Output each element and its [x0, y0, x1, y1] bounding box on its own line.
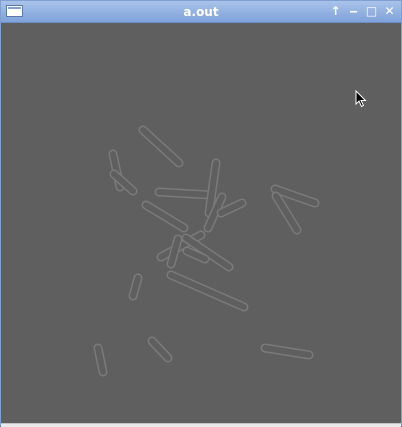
- rod: [154, 187, 216, 200]
- rod: [166, 270, 249, 312]
- rod: [260, 343, 314, 360]
- rod: [128, 273, 143, 301]
- rod: [271, 191, 302, 235]
- window-bottom-border: [1, 423, 401, 427]
- rods-scene: [93, 125, 320, 377]
- title-bar[interactable]: a.out ↑ ‒ □ ✕: [1, 1, 401, 23]
- app-window: a.out ↑ ‒ □ ✕: [0, 0, 402, 427]
- rod: [216, 198, 247, 218]
- window-controls: ↑ ‒ □ ✕: [328, 4, 397, 20]
- rod: [147, 336, 173, 363]
- shade-up-icon[interactable]: ↑: [328, 4, 343, 19]
- minimize-icon[interactable]: ‒: [346, 4, 361, 19]
- rod: [138, 125, 184, 168]
- maximize-icon[interactable]: □: [364, 4, 379, 19]
- canvas-area[interactable]: [1, 23, 401, 423]
- rod: [93, 343, 108, 377]
- mouse-pointer-icon: [355, 90, 367, 108]
- close-icon[interactable]: ✕: [382, 4, 397, 19]
- rod: [166, 234, 183, 269]
- rod: [141, 200, 189, 233]
